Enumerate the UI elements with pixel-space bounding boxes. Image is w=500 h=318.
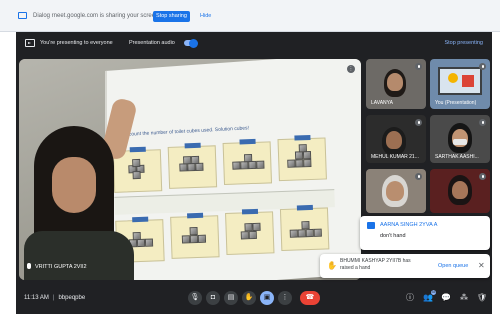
muted-mic-icon [479,173,486,180]
presenter-face [52,157,96,213]
microphone-button[interactable]: 🎙 [188,291,202,305]
presenter-body [24,231,134,280]
more-options-button[interactable]: ⋮ [278,291,292,305]
stop-presenting-button[interactable]: Stop presenting [444,40,483,46]
end-call-button[interactable]: ☎ [300,291,320,305]
separator: | [52,295,55,301]
chat-panel-icon[interactable]: 💬 [441,293,451,303]
participant-tile[interactable]: You (Presentation) [430,59,490,109]
exercise-cell [167,142,218,189]
tile-options-icon[interactable]: ⋮ [347,65,355,73]
muted-mic-icon [479,63,486,70]
workbook-exercise-grid [112,134,337,280]
muted-mic-icon [415,173,422,180]
camera-button[interactable]: ◘ [206,291,220,305]
participant-tile[interactable]: LAVANYA [366,59,426,109]
participant-name: LAVANYA [371,100,393,106]
raised-hand-toast: ✋ BHUMMI KASHYAP 2YII7B has raised a han… [320,254,490,278]
participant-tile[interactable] [430,169,490,213]
meeting-code: bbpeqpbe [58,295,86,301]
muted-mic-icon [415,119,422,126]
exercise-cell [279,204,330,252]
open-queue-button[interactable]: Open queue [438,263,468,269]
captions-button[interactable]: ▤ [224,291,238,305]
meet-window: You're presenting to everyone Presentati… [16,32,492,314]
participant-name: MEHUL KUMAR 21... [371,154,419,160]
exercise-cell [277,134,327,182]
chat-message-text: don't hand [380,233,406,239]
main-video-tile[interactable]: Let's count the number of toilet cubes u… [19,59,361,280]
chat-icon [367,222,375,229]
participant-tile[interactable] [366,169,426,213]
muted-mic-icon [479,119,486,126]
hide-button[interactable]: Hide [200,13,211,19]
present-screen-icon [25,39,35,47]
mic-icon [27,263,31,269]
raised-hand-text: BHUMMI KASHYAP 2YII7B has raised a hand [340,258,411,271]
raised-hand-icon: ✋ [327,261,337,270]
participants-count-badge: 35 [431,290,436,295]
participant-name: You (Presentation) [435,100,477,106]
presenting-text: You're presenting to everyone [40,40,113,46]
chat-sender: AARNA SINGH 2YVA A [380,222,438,228]
screen-share-bar: Dialog rneet.google.com is sharing your … [0,0,500,32]
exercise-cell [222,138,273,186]
presenting-bar: You're presenting to everyone Presentati… [16,32,492,55]
info-icon[interactable]: ⓘ [405,293,415,303]
participant-name: SARTHAK AASHI... [435,154,479,160]
activities-icon[interactable]: ⁂ [459,293,469,303]
stop-sharing-button[interactable]: Stop sharing [153,11,190,22]
presenter-name: VRITTI GUPTA 2VII2 [35,264,87,270]
meeting-info: 11:13 AM | bbpeqpbe [24,295,85,301]
exercise-cell [170,212,220,259]
screen-share-icon [18,12,27,19]
clock-time: 11:13 AM [24,295,49,301]
close-icon[interactable]: ✕ [478,261,485,270]
presentation-audio-label: Presentation audio [129,40,175,46]
people-icon[interactable]: 👥 35 [423,290,436,303]
screen-share-text: Dialog rneet.google.com is sharing your … [33,13,161,19]
raise-hand-button[interactable]: ✋ [242,291,256,305]
present-now-button[interactable]: ▣ [260,291,274,305]
presentation-audio-toggle[interactable] [184,38,198,48]
participant-tile[interactable]: SARTHAK AASHI... [430,115,490,163]
presenter-name-tag: VRITTI GUPTA 2VII2 [27,263,87,270]
muted-mic-icon [415,63,422,70]
participant-tile[interactable]: MEHUL KUMAR 21... [366,115,426,163]
chat-message-toast[interactable]: AARNA SINGH 2YVA A don't hand [360,216,490,250]
host-controls-icon[interactable]: 🛡 [477,293,487,303]
exercise-cell [225,208,275,255]
meeting-controls-bar: 11:13 AM | bbpeqpbe 🎙 ◘ ▤ ✋ ▣ ⋮ ☎ ⓘ 👥 35 💬 … [16,284,492,314]
